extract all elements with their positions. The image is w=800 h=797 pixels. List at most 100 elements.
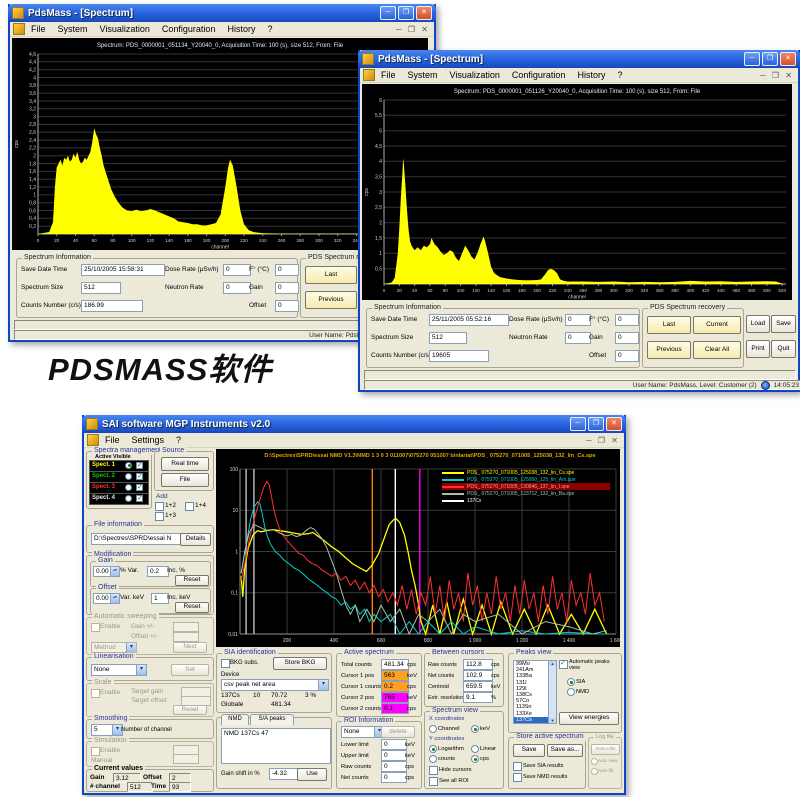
spect4-active-radio[interactable] bbox=[125, 495, 132, 502]
temperature-field[interactable]: 0 bbox=[615, 314, 639, 326]
device-dropdown[interactable]: csv peak net area bbox=[221, 679, 329, 691]
linear-radio[interactable] bbox=[471, 745, 479, 753]
last-button[interactable]: Last bbox=[305, 266, 357, 284]
quit-button[interactable]: Quit bbox=[771, 340, 796, 358]
legend-entry[interactable]: PDS_ 075270_071005_123712_132_lin_Ba.spe bbox=[442, 490, 610, 497]
menu-configuration[interactable]: Configuration bbox=[506, 70, 572, 80]
menu-file[interactable]: File bbox=[375, 70, 402, 80]
menu-help[interactable]: ? bbox=[261, 24, 278, 34]
menu-file[interactable]: File bbox=[25, 24, 52, 34]
hide-cursors-checkbox[interactable] bbox=[429, 766, 438, 775]
offset-field[interactable]: 0 bbox=[615, 350, 639, 362]
counts-number-field[interactable]: 19605 bbox=[429, 350, 489, 362]
menu-system[interactable]: System bbox=[52, 24, 94, 34]
save-button[interactable]: Save bbox=[771, 315, 796, 333]
offset-spinner[interactable]: 0.00 bbox=[93, 593, 120, 604]
save-as-button[interactable]: Save as... bbox=[547, 744, 583, 757]
offset-reset-button[interactable]: Reset bbox=[175, 602, 209, 613]
dose-rate-field[interactable]: 0 bbox=[223, 264, 251, 276]
bkg-subs-checkbox[interactable] bbox=[221, 659, 230, 668]
save-nmd-checkbox[interactable] bbox=[513, 773, 522, 782]
spect1-visible-checkbox[interactable] bbox=[136, 462, 143, 469]
spect3-active-radio[interactable] bbox=[125, 484, 132, 491]
previous-button[interactable]: Previous bbox=[305, 291, 357, 309]
menu-help[interactable]: ? bbox=[611, 70, 628, 80]
current-button[interactable]: Current bbox=[693, 316, 741, 334]
menu-history[interactable]: History bbox=[571, 70, 611, 80]
kev-radio[interactable] bbox=[471, 725, 479, 733]
minimize-button[interactable]: ─ bbox=[744, 52, 760, 66]
upper-limit-field[interactable]: 0 bbox=[381, 750, 407, 761]
logarithm-radio[interactable] bbox=[429, 745, 437, 753]
counts-radio[interactable] bbox=[429, 755, 437, 763]
save-sia-checkbox[interactable] bbox=[513, 762, 522, 771]
close-button[interactable]: ✕ bbox=[780, 52, 796, 66]
save-button[interactable]: Save bbox=[513, 744, 545, 757]
legend-entry[interactable]: PDS_ 075270_071005_125038_132_lin_Cs.spe bbox=[442, 469, 610, 476]
counts-number-field[interactable]: 186.99 bbox=[81, 300, 143, 312]
menu-configuration[interactable]: Configuration bbox=[156, 24, 222, 34]
mdi-controls[interactable]: ─ ❐ ✕ bbox=[760, 71, 798, 80]
scale-enable-checkbox[interactable] bbox=[91, 689, 100, 698]
dose-rate-field[interactable]: 0 bbox=[565, 314, 591, 326]
mdi-controls[interactable]: ─ ❐ ✕ bbox=[586, 436, 624, 445]
offset-field[interactable]: 0 bbox=[275, 300, 299, 312]
menu-file[interactable]: File bbox=[99, 435, 126, 445]
spectrum-size-field[interactable]: 512 bbox=[81, 282, 121, 294]
clear-all-button[interactable]: Clear All bbox=[693, 341, 741, 359]
menu-history[interactable]: History bbox=[221, 24, 261, 34]
maximize-button[interactable]: ❐ bbox=[762, 52, 778, 66]
file-path-field[interactable]: D:\Spectres\SPRD\essai N bbox=[91, 533, 181, 545]
add-1plus3-checkbox[interactable] bbox=[155, 512, 164, 521]
peaks-listbox[interactable]: 99Mo 241Am 133Ba 131I 129I 138Cs 57Co 11… bbox=[513, 660, 557, 724]
file-button[interactable]: File bbox=[161, 473, 209, 487]
real-time-button[interactable]: Real time bbox=[161, 457, 209, 471]
neutron-rate-field[interactable]: 0 bbox=[565, 332, 591, 344]
nmd-result-textarea[interactable]: NMD 137Cs 47 bbox=[221, 728, 331, 764]
menu-visualization[interactable]: Visualization bbox=[444, 70, 506, 80]
temperature-field[interactable]: 0 bbox=[275, 264, 299, 276]
gain-shift-field[interactable]: -4.32 bbox=[269, 768, 299, 780]
close-button[interactable]: ✕ bbox=[606, 417, 622, 431]
add-1plus2-checkbox[interactable] bbox=[155, 502, 164, 511]
legend-entry[interactable]: PDS_ 075270_071005_130846_137_lin_I.spe bbox=[442, 483, 610, 490]
maximize-button[interactable]: ❐ bbox=[588, 417, 604, 431]
tab-sa-peaks[interactable]: S/A peaks bbox=[250, 714, 294, 725]
legend-entry[interactable]: PDS_ 075270_071005_125950_125_lin_Am.spe bbox=[442, 476, 610, 483]
gain-inc-field[interactable]: 0.2 bbox=[147, 566, 169, 577]
titlebar[interactable]: PdsMass - [Spectrum] ─❐✕ bbox=[8, 4, 436, 22]
details-button[interactable]: Details bbox=[180, 533, 211, 546]
tab-nmd[interactable]: NMD bbox=[221, 714, 249, 725]
view-energies-button[interactable]: View energies bbox=[559, 712, 619, 725]
menu-help[interactable]: ? bbox=[170, 435, 187, 445]
scrollbar[interactable] bbox=[548, 661, 556, 723]
minimize-button[interactable]: ─ bbox=[570, 417, 586, 431]
titlebar[interactable]: SAI software MGP Instruments v2.0 ─❐✕ bbox=[82, 415, 626, 433]
gain-field[interactable]: 0 bbox=[275, 282, 299, 294]
load-button[interactable]: Load bbox=[746, 315, 770, 333]
legend-entry[interactable]: 137Cs bbox=[442, 497, 610, 504]
use-button[interactable]: Use bbox=[297, 768, 327, 781]
cps-radio[interactable] bbox=[471, 755, 479, 763]
linearisation-dropdown[interactable]: None bbox=[91, 664, 147, 676]
print-button[interactable]: Print bbox=[746, 340, 770, 358]
automatic-peaks-checkbox[interactable] bbox=[559, 660, 568, 669]
last-button[interactable]: Last bbox=[647, 316, 691, 334]
close-button[interactable]: ✕ bbox=[416, 6, 432, 20]
mdi-controls[interactable]: ─ ❐ ✕ bbox=[396, 25, 434, 34]
maximize-button[interactable]: ❐ bbox=[398, 6, 414, 20]
multi-spectrum-chart[interactable]: 1001010,10,012004006008001 0001 2001 400… bbox=[216, 449, 620, 647]
previous-button[interactable]: Previous bbox=[647, 341, 691, 359]
spect1-active-radio[interactable] bbox=[125, 462, 132, 469]
simulation-enable-checkbox[interactable] bbox=[91, 747, 100, 756]
save-date-field[interactable]: 25/11/2005 05:52:16 bbox=[429, 314, 509, 326]
neutron-rate-field[interactable]: 0 bbox=[223, 282, 251, 294]
sweeping-enable-checkbox[interactable] bbox=[91, 623, 100, 632]
roi-dropdown[interactable]: None bbox=[341, 726, 385, 738]
spectrum-size-field[interactable]: 512 bbox=[429, 332, 467, 344]
lower-limit-field[interactable]: 0 bbox=[381, 739, 407, 750]
minimize-button[interactable]: ─ bbox=[380, 6, 396, 20]
menu-visualization[interactable]: Visualization bbox=[94, 24, 156, 34]
gain-spinner[interactable]: 0.00 bbox=[93, 566, 120, 577]
add-1plus4-checkbox[interactable] bbox=[185, 502, 194, 511]
